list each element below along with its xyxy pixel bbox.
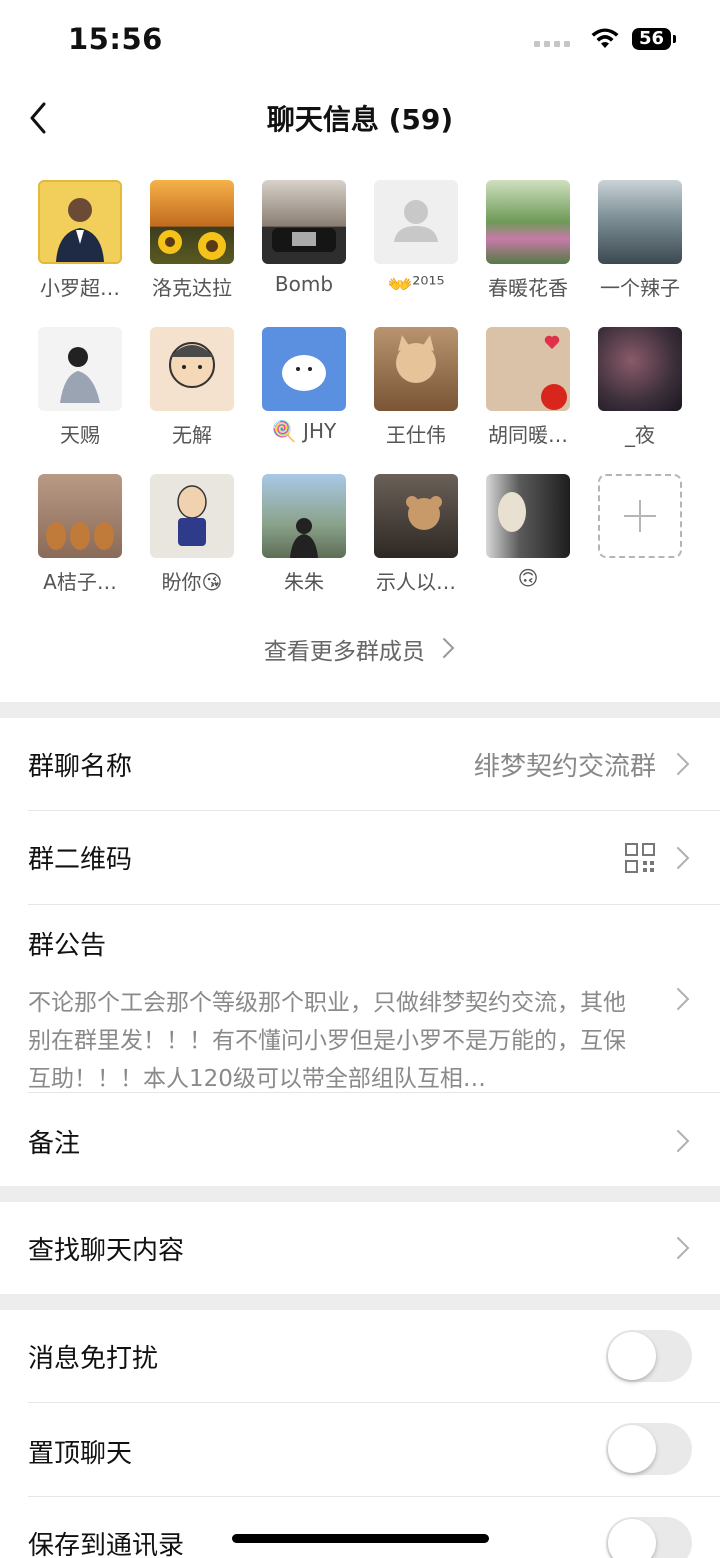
avatar <box>486 474 570 558</box>
member-name: Bomb <box>274 272 334 296</box>
member-item[interactable]: A桔子… <box>24 474 136 595</box>
avatar <box>374 327 458 411</box>
save-contacts-row: 保存到通讯录 <box>0 1497 720 1558</box>
battery-level: 56 <box>631 28 671 50</box>
member-item[interactable]: 王仕伟 <box>360 327 472 448</box>
avatar <box>262 180 346 264</box>
status-bar: 15:56 56 <box>0 0 720 80</box>
status-time: 15:56 <box>68 22 163 56</box>
member-name: 小罗超… <box>40 276 120 300</box>
avatar <box>486 180 570 264</box>
chevron-right-icon <box>677 847 690 869</box>
nav-bar: 聊天信息 (59) <box>0 80 720 154</box>
member-name: 春暖花香 <box>488 276 568 300</box>
member-item[interactable]: 一个辣子 <box>584 180 696 301</box>
member-name: 🙃 <box>517 566 539 590</box>
member-item[interactable]: 示人以… <box>360 474 472 595</box>
avatar <box>262 474 346 558</box>
member-item[interactable]: 👐²⁰¹⁵ <box>360 180 472 296</box>
member-name: 胡同暖… <box>488 423 568 447</box>
member-name: 示人以… <box>376 570 456 594</box>
member-name: 洛克达拉 <box>152 276 232 300</box>
group-name-value: 绯梦契约交流群 <box>473 752 656 782</box>
qr-code-icon <box>625 843 655 873</box>
add-member-button[interactable] <box>584 474 696 558</box>
avatar <box>150 327 234 411</box>
plus-icon <box>598 474 682 558</box>
chevron-right-icon <box>677 988 690 1010</box>
chevron-right-icon <box>443 638 455 658</box>
search-chat-row[interactable]: 查找聊天内容 <box>0 1202 720 1294</box>
avatar <box>486 327 570 411</box>
group-qr-label: 群二维码 <box>28 845 133 875</box>
section-gap <box>0 702 720 718</box>
mute-row: 消息免打扰 <box>0 1310 720 1402</box>
member-item[interactable]: 天赐 <box>24 327 136 448</box>
avatar <box>38 180 122 264</box>
search-chat-label: 查找聊天内容 <box>28 1236 185 1266</box>
pin-chat-label: 置顶聊天 <box>28 1439 133 1469</box>
member-item[interactable]: 无解 <box>136 327 248 448</box>
see-more-label: 查看更多群成员 <box>263 639 425 665</box>
battery-icon: 56 <box>631 28 676 50</box>
see-more-members-link[interactable]: 查看更多群成员 <box>0 632 720 666</box>
save-contacts-label: 保存到通讯录 <box>28 1531 185 1558</box>
save-contacts-toggle[interactable] <box>606 1517 692 1558</box>
member-name: 👐²⁰¹⁵ <box>387 272 445 296</box>
member-item[interactable]: 小罗超… <box>24 180 136 301</box>
member-item[interactable]: 朱朱 <box>248 474 360 595</box>
member-item[interactable]: 🙃 <box>472 474 584 590</box>
member-item[interactable]: _夜 <box>584 327 696 448</box>
wifi-icon <box>591 28 619 48</box>
avatar <box>374 180 458 264</box>
mute-toggle[interactable] <box>606 1330 692 1382</box>
member-name: 盼你😘 <box>161 570 223 594</box>
mute-label: 消息免打扰 <box>28 1344 159 1374</box>
chevron-right-icon <box>677 1237 690 1259</box>
page-title: 聊天信息 (59) <box>266 103 454 136</box>
member-item[interactable]: 胡同暖… <box>472 327 584 448</box>
avatar <box>150 180 234 264</box>
section-gap <box>0 1186 720 1202</box>
pin-chat-toggle[interactable] <box>606 1423 692 1475</box>
avatar <box>38 474 122 558</box>
remark-row[interactable]: 备注 <box>0 1093 720 1186</box>
group-notice-text: 不论那个工会那个等级那个职业，只做绯梦契约交流，其他别在群里发！！！有不懂问小罗… <box>28 990 626 1092</box>
avatar <box>598 180 682 264</box>
member-name: 王仕伟 <box>386 423 446 447</box>
cellular-signal-icon <box>533 31 570 47</box>
member-name: 无解 <box>172 423 212 447</box>
member-name: 天赐 <box>60 423 100 447</box>
member-item[interactable]: Bomb <box>248 180 360 296</box>
status-icons: 56 <box>533 28 676 50</box>
chevron-right-icon <box>677 1130 690 1152</box>
member-name: 一个辣子 <box>600 276 680 300</box>
member-item[interactable]: 洛克达拉 <box>136 180 248 301</box>
remark-label: 备注 <box>28 1129 81 1159</box>
home-indicator <box>232 1534 489 1543</box>
member-name: A桔子… <box>43 570 117 594</box>
default-avatar-icon <box>394 200 438 242</box>
group-name-row[interactable]: 群聊名称 绯梦契约交流群 <box>0 718 720 810</box>
section-gap <box>0 1294 720 1310</box>
member-item[interactable]: 春暖花香 <box>472 180 584 301</box>
member-item[interactable]: 盼你😘 <box>136 474 248 595</box>
avatar <box>374 474 458 558</box>
group-notice-label: 群公告 <box>28 931 107 961</box>
member-name: 朱朱 <box>284 570 324 594</box>
member-item[interactable]: 🍭 JHY <box>248 327 360 443</box>
group-qr-row[interactable]: 群二维码 <box>0 811 720 904</box>
avatar <box>150 474 234 558</box>
avatar <box>38 327 122 411</box>
pin-chat-row: 置顶聊天 <box>0 1403 720 1496</box>
avatar <box>262 327 346 411</box>
member-name: _夜 <box>625 423 655 447</box>
group-name-label: 群聊名称 <box>28 752 133 782</box>
chevron-right-icon <box>677 753 690 775</box>
avatar <box>598 327 682 411</box>
member-name: 🍭 JHY <box>271 419 337 443</box>
